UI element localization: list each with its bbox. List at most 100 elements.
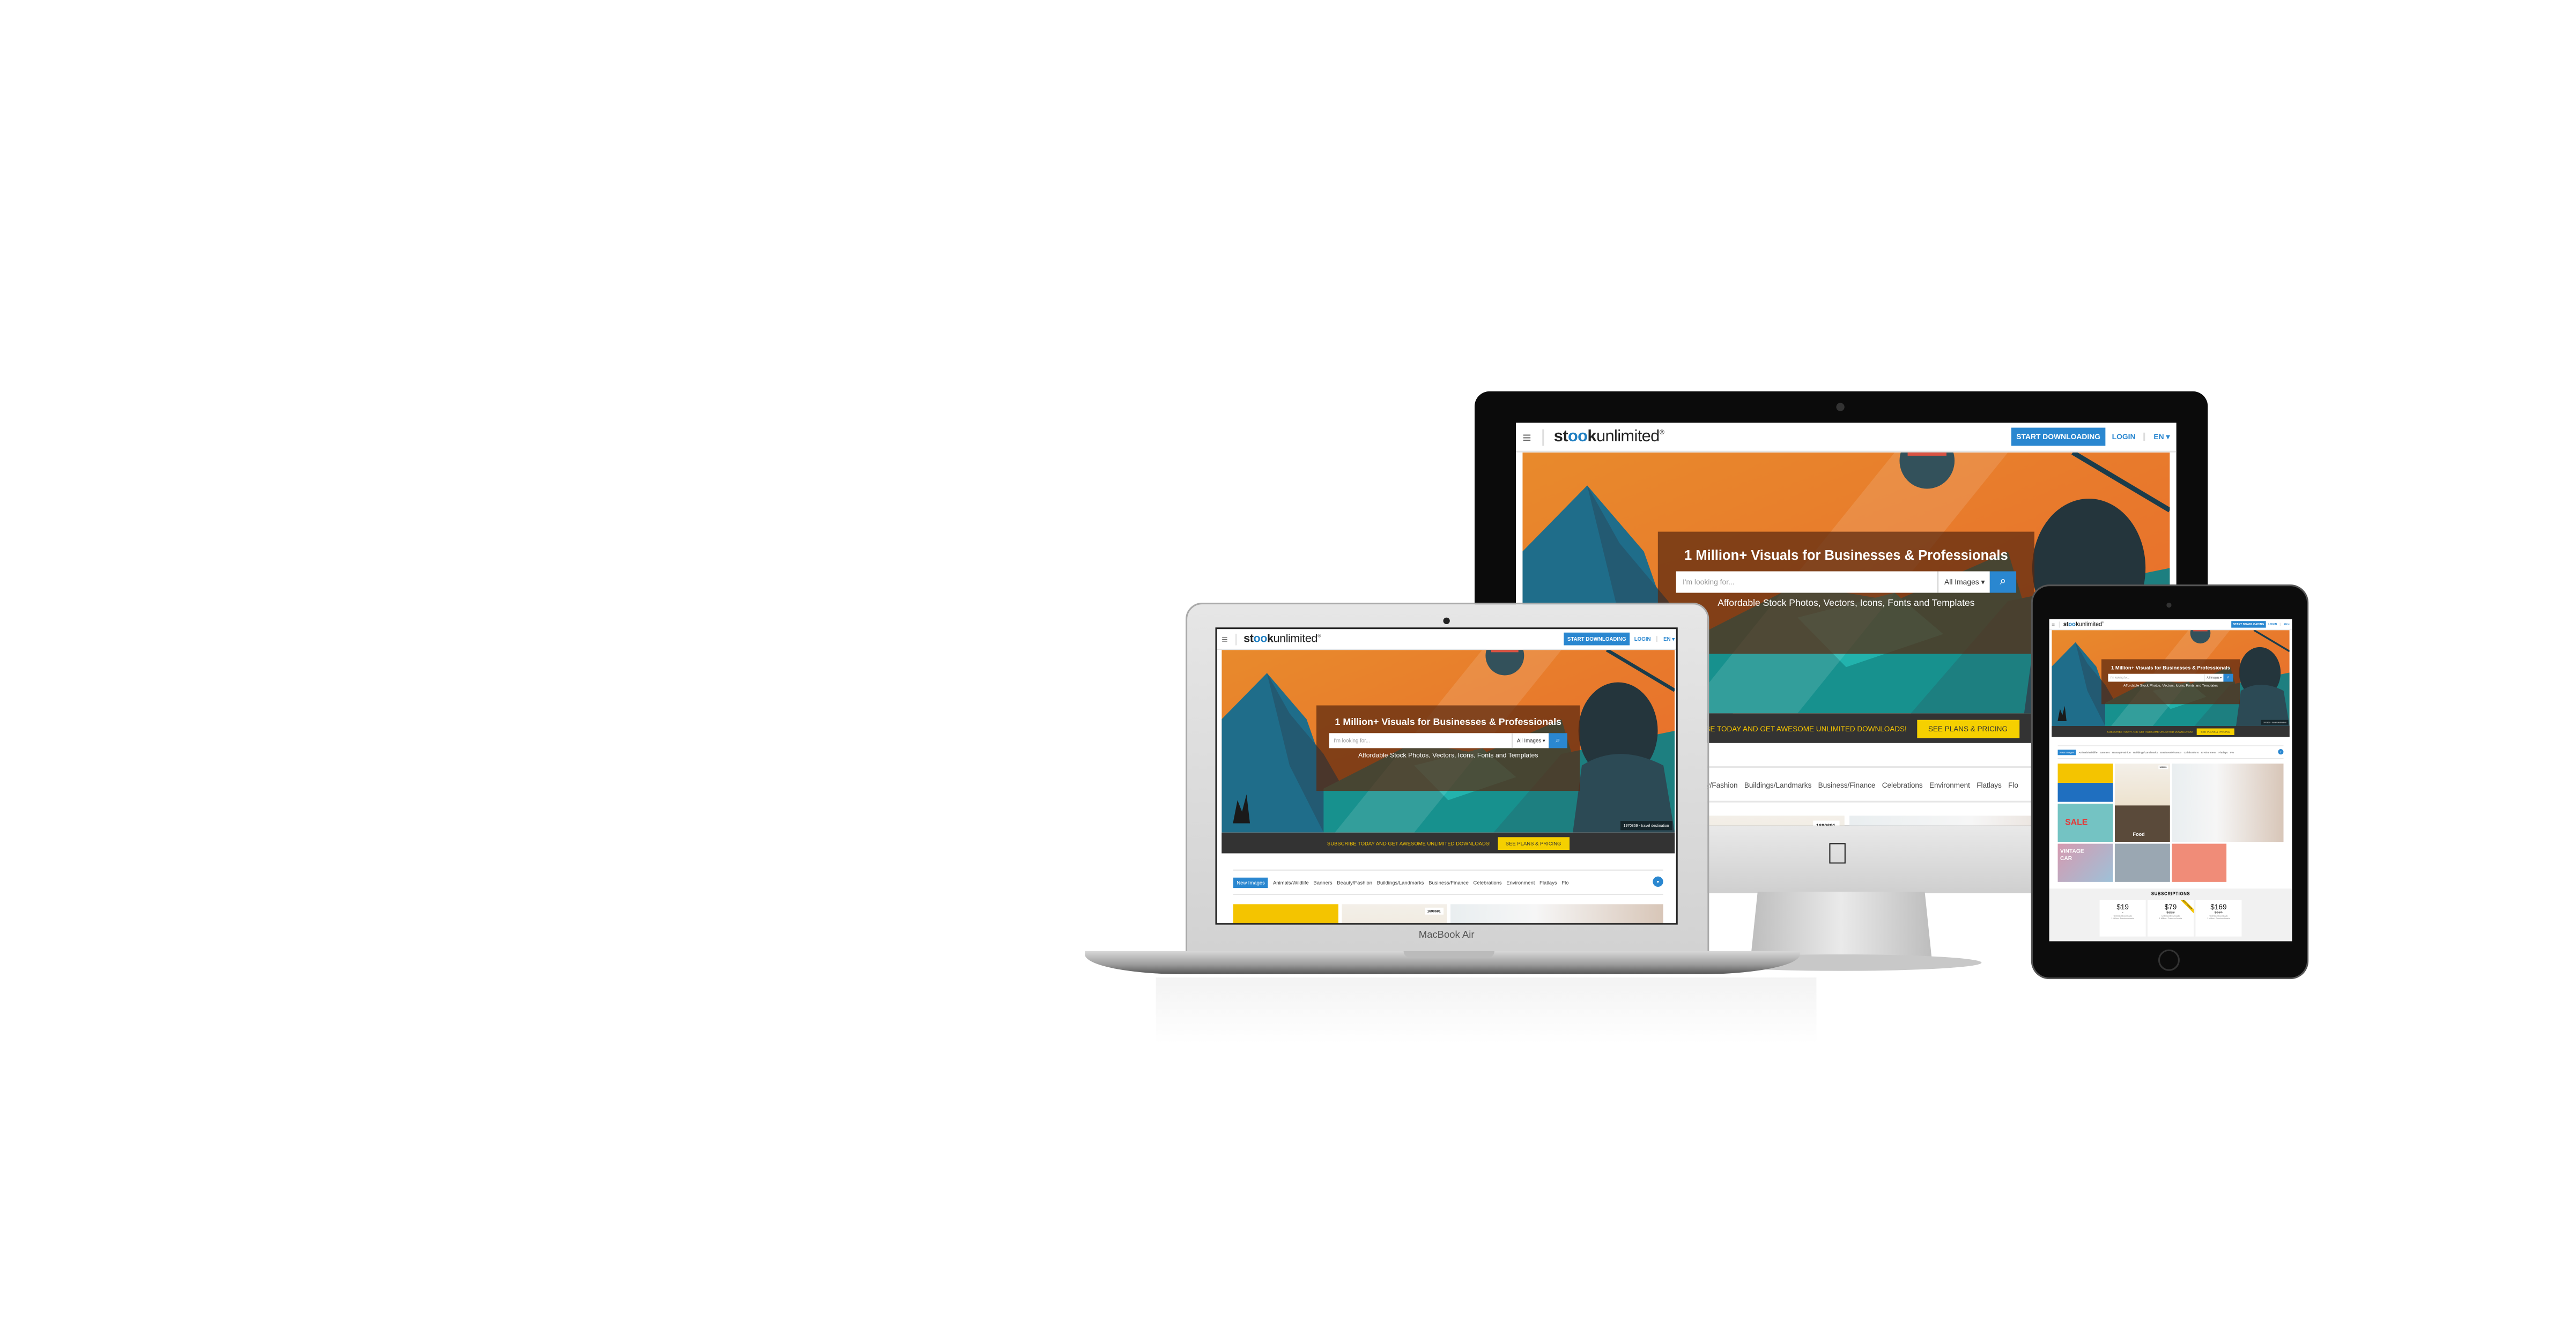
category-tab[interactable]: Flo	[2230, 751, 2234, 754]
image-tile[interactable]	[1233, 904, 1338, 923]
image-tile[interactable]: VINTAGE CAR	[2057, 843, 2113, 882]
category-tab[interactable]: Buildings/Landmarks	[1377, 879, 1424, 885]
chevron-down-icon[interactable]: ▾	[2278, 749, 2284, 755]
category-tab[interactable]: Flatlays	[2218, 751, 2227, 754]
search-icon[interactable]: ⌕	[1989, 571, 2017, 593]
logo-text: unlimited	[1273, 633, 1318, 646]
category-tab[interactable]: Business/Finance	[1818, 780, 1876, 788]
language-select[interactable]: EN ▾	[1663, 635, 1675, 642]
category-tab[interactable]: Celebrations	[2184, 751, 2199, 754]
category-tab[interactable]: Business/Finance	[2160, 751, 2181, 754]
image-tile[interactable]	[2057, 764, 2113, 802]
logo-text: unlimited	[1596, 428, 1660, 446]
image-credit[interactable]: 1970869 - travel destination	[1620, 821, 1672, 831]
search-input[interactable]: I'm looking for...	[1329, 733, 1513, 749]
search-icon[interactable]: ⌕	[2223, 673, 2233, 682]
see-plans-button[interactable]: SEE PLANS & PRICING	[1916, 719, 2019, 737]
hero-title: 1 Million+ Visuals for Businesses & Prof…	[1684, 546, 2008, 564]
category-tab[interactable]: Buildings/Landmarks	[1744, 780, 1812, 788]
image-tile[interactable]: 1690691Food	[1693, 816, 1844, 826]
category-tab[interactable]: Banners	[1313, 879, 1332, 885]
plan-price: $169	[2210, 902, 2227, 912]
home-button[interactable]	[2158, 949, 2180, 971]
login-link[interactable]: LOGIN	[2112, 432, 2145, 441]
tile-label: SALE	[2065, 817, 2088, 827]
image-credit[interactable]: 1970869 - travel destination	[2261, 720, 2289, 725]
see-plans-button[interactable]: SEE PLANS & PRICING	[2196, 728, 2234, 735]
category-tab[interactable]: Environment	[1929, 780, 1970, 788]
apple-logo-icon: 	[1826, 839, 1849, 868]
plan-price: $19	[2116, 902, 2129, 912]
image-tile[interactable]	[2114, 843, 2170, 882]
site-logo[interactable]: stookunlimited®	[1554, 427, 1664, 446]
category-tab[interactable]: Flo	[2008, 780, 2018, 788]
logo-text: k	[1267, 633, 1274, 646]
language-select[interactable]: EN ▾	[2153, 432, 2170, 441]
category-tab[interactable]: Celebrations	[1474, 879, 1502, 885]
subscribe-banner: SUBSCRIBE TODAY AND GET AWESOME UNLIMITE…	[2052, 725, 2290, 737]
category-tab[interactable]: Animals/Wildlife	[1273, 879, 1309, 885]
category-tab[interactable]: Beauty/Fashion	[1337, 879, 1372, 885]
image-tile[interactable]: SALE	[2057, 803, 2113, 842]
hero: 1 Million+ Visuals for Businesses & Prof…	[1222, 650, 1675, 833]
chevron-down-icon[interactable]: ▾	[1653, 876, 1663, 887]
website: ≡ stookunlimited® START DOWNLOADING LOGI…	[1217, 629, 1676, 923]
category-tab[interactable]: New Images	[2057, 749, 2076, 755]
category-tab[interactable]: Animals/Wildlife	[2078, 751, 2097, 754]
category-tabs: New Images Animals/Wildlife Banners Beauty/…	[1233, 869, 1663, 895]
site-header: ≡ stookunlimited® START DOWNLOADING LOGI…	[1217, 629, 1676, 650]
plan-card[interactable]: MOST POPULAR $79 $228 Unlimited Download…	[2147, 900, 2194, 937]
plan-feature: 1 Million+ Premium Assets	[2159, 917, 2182, 920]
category-tab[interactable]: Banners	[2100, 751, 2110, 754]
category-tab[interactable]: Beauty/Fashion	[2112, 751, 2131, 754]
image-id: 1690691	[2158, 765, 2168, 769]
category-tab[interactable]: New Images	[1233, 877, 1269, 888]
category-tab[interactable]: Environment	[2201, 751, 2216, 754]
image-tile[interactable]	[2171, 843, 2227, 882]
image-grid: 1690691Food SALE VINTAGE CAR	[1233, 904, 1663, 923]
image-type-select[interactable]: All Images ▾	[1937, 571, 1990, 593]
category-tab[interactable]: Business/Finance	[1428, 879, 1469, 885]
logo-text: k	[1587, 428, 1596, 446]
category-tab[interactable]: Flatlays	[1977, 780, 2002, 788]
site-header: ≡ stookunlimited® START DOWNLOADING LOGI…	[2049, 619, 2292, 631]
start-downloading-button[interactable]: START DOWNLOADING	[2231, 621, 2266, 628]
category-tab[interactable]: Buildings/Landmarks	[2133, 751, 2158, 754]
laptop-model-label: MacBook Air	[1418, 931, 1475, 942]
hamburger-menu-icon[interactable]: ≡	[1222, 633, 1237, 645]
login-link[interactable]: LOGIN	[1634, 636, 1658, 642]
hero-search-panel: 1 Million+ Visuals for Businesses & Prof…	[1657, 531, 2034, 654]
hamburger-menu-icon[interactable]: ≡	[2052, 621, 2060, 628]
start-downloading-button[interactable]: START DOWNLOADING	[1564, 632, 1630, 646]
start-downloading-button[interactable]: START DOWNLOADING	[2011, 427, 2106, 446]
login-link[interactable]: LOGIN	[2268, 623, 2281, 626]
tile-label: Food	[2133, 831, 2145, 838]
site-logo[interactable]: stookunlimited®	[1243, 632, 1321, 645]
category-tab[interactable]: Environment	[1506, 879, 1535, 885]
plan-feature: 1 Million+ Premium Assets	[2111, 917, 2134, 920]
image-tile[interactable]	[1449, 904, 1663, 923]
logo-text: oo	[1253, 633, 1267, 646]
image-type-select[interactable]: All Images ▾	[2204, 673, 2224, 682]
search-input[interactable]: I'm looking for...	[2108, 673, 2204, 682]
category-tab[interactable]: Flo	[1561, 879, 1568, 885]
image-type-select[interactable]: All Images ▾	[1512, 733, 1549, 749]
site-logo[interactable]: stookunlimited®	[2063, 621, 2104, 628]
see-plans-button[interactable]: SEE PLANS & PRICING	[1497, 836, 1570, 849]
logo-text: unlimited	[2078, 621, 2103, 628]
image-tile[interactable]	[2171, 764, 2284, 842]
search-input[interactable]: I'm looking for...	[1676, 571, 1938, 593]
image-tile[interactable]: 1690691Food	[1341, 904, 1447, 923]
logo-text: st	[1553, 428, 1568, 446]
category-tab[interactable]: Flatlays	[1539, 879, 1557, 885]
search-icon[interactable]: ⌕	[1549, 733, 1567, 749]
image-grid: 1690691 Food SALE VINTAGE CAR	[2057, 764, 2284, 884]
hamburger-menu-icon[interactable]: ≡	[1522, 428, 1544, 445]
category-tab[interactable]: Celebrations	[1882, 780, 1923, 788]
laptop-notch	[1403, 951, 1494, 958]
language-select[interactable]: EN ▾	[2284, 623, 2290, 626]
plan-card[interactable]: $19 Unlimited Downloads 1 Million+ Premi…	[2099, 900, 2146, 937]
image-tile[interactable]: 1690691 Food	[2114, 764, 2170, 842]
plan-card[interactable]: $169 $684 Unlimited Downloads 1 Million+…	[2195, 900, 2242, 937]
logo-text: ®	[1659, 427, 1664, 436]
